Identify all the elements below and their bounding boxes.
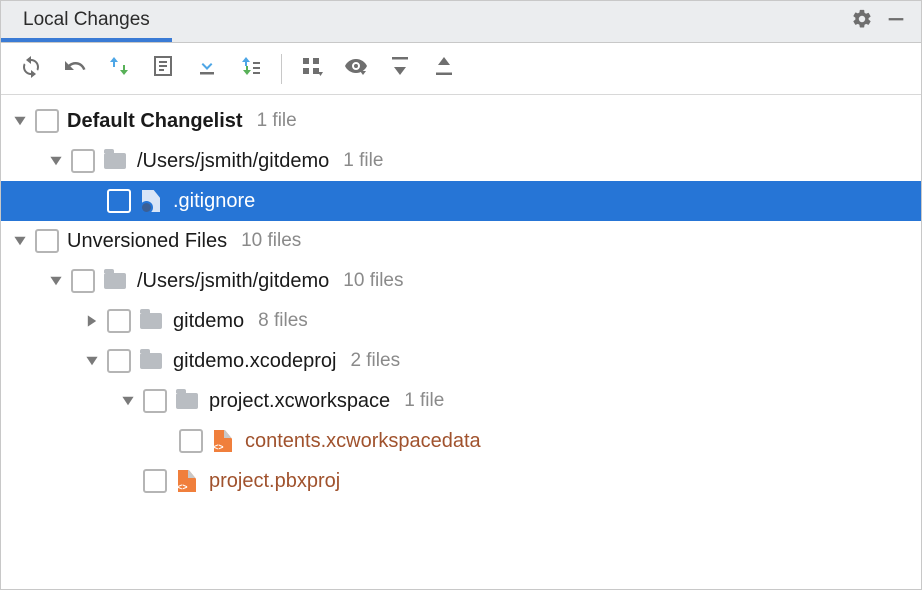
- folder-path-label: /Users/jsmith/gitdemo: [137, 269, 329, 293]
- checkbox[interactable]: [35, 109, 59, 133]
- chevron-down-icon[interactable]: [45, 274, 67, 288]
- folder-icon: [139, 309, 163, 333]
- shelve-icon: [239, 54, 263, 83]
- file-label: contents.xcworkspacedata: [245, 429, 481, 453]
- folder-row-xcodeproj[interactable]: gitdemo.xcodeproj 2 files: [1, 341, 921, 381]
- chevron-down-icon[interactable]: [9, 114, 31, 128]
- changelist-row-default[interactable]: Default Changelist 1 file: [1, 101, 921, 141]
- download-icon: [195, 54, 219, 83]
- hide-button[interactable]: [879, 1, 913, 42]
- collapse-all-icon: [432, 54, 456, 83]
- update-button[interactable]: [99, 49, 139, 89]
- folder-label: project.xcworkspace: [209, 389, 390, 413]
- folder-icon: [103, 149, 127, 173]
- commit-button[interactable]: [187, 49, 227, 89]
- folder-row[interactable]: /Users/jsmith/gitdemo 10 files: [1, 261, 921, 301]
- changelist-row-unversioned[interactable]: Unversioned Files 10 files: [1, 221, 921, 261]
- toolbar-separator: [281, 54, 282, 84]
- folder-row-gitdemo[interactable]: gitdemo 8 files: [1, 301, 921, 341]
- changelist-label: Unversioned Files: [67, 229, 227, 253]
- file-count: 8 files: [258, 310, 308, 333]
- tab-label: Local Changes: [23, 9, 150, 31]
- group-by-button[interactable]: [292, 49, 332, 89]
- file-label: .gitignore: [173, 189, 255, 213]
- expand-all-button[interactable]: [380, 49, 420, 89]
- changelist-label: Default Changelist: [67, 109, 243, 133]
- file-count: 2 files: [350, 350, 400, 373]
- rollback-button[interactable]: [55, 49, 95, 89]
- folder-label: gitdemo.xcodeproj: [173, 349, 336, 373]
- title-bar: Local Changes: [1, 1, 921, 43]
- file-icon: [139, 189, 163, 213]
- toolbar: [1, 43, 921, 95]
- file-row-gitignore[interactable]: .gitignore: [1, 181, 921, 221]
- file-count: 10 files: [343, 270, 403, 293]
- checkbox[interactable]: [35, 229, 59, 253]
- minimize-icon: [885, 8, 907, 35]
- checkbox[interactable]: [71, 149, 95, 173]
- file-count: 1 file: [404, 390, 444, 413]
- diff-button[interactable]: [143, 49, 183, 89]
- checkbox[interactable]: [107, 309, 131, 333]
- changelist-icon: [151, 54, 175, 83]
- file-count: 1 file: [343, 150, 383, 173]
- chevron-down-icon[interactable]: [117, 394, 139, 408]
- folder-row-xcworkspace[interactable]: project.xcworkspace 1 file: [1, 381, 921, 421]
- file-count: 1 file: [257, 110, 297, 133]
- file-row-xcworkspacedata[interactable]: <> contents.xcworkspacedata: [1, 421, 921, 461]
- folder-row[interactable]: /Users/jsmith/gitdemo 1 file: [1, 141, 921, 181]
- folder-path-label: /Users/jsmith/gitdemo: [137, 149, 329, 173]
- folder-icon: [103, 269, 127, 293]
- checkbox[interactable]: [143, 469, 167, 493]
- undo-icon: [63, 54, 87, 83]
- chevron-down-icon[interactable]: [81, 354, 103, 368]
- expand-all-icon: [388, 54, 412, 83]
- shelve-button[interactable]: [231, 49, 271, 89]
- group-icon: [300, 54, 324, 83]
- gear-icon: [851, 8, 873, 35]
- checkbox[interactable]: [71, 269, 95, 293]
- chevron-down-icon[interactable]: [45, 154, 67, 168]
- checkbox[interactable]: [143, 389, 167, 413]
- checkbox[interactable]: [107, 349, 131, 373]
- chevron-right-icon[interactable]: [81, 314, 103, 328]
- folder-label: gitdemo: [173, 309, 244, 333]
- checkbox[interactable]: [107, 189, 131, 213]
- file-icon: <>: [211, 429, 235, 453]
- refresh-button[interactable]: [11, 49, 51, 89]
- chevron-down-icon[interactable]: [9, 234, 31, 248]
- folder-icon: [139, 349, 163, 373]
- settings-button[interactable]: [845, 1, 879, 42]
- file-label: project.pbxproj: [209, 469, 340, 493]
- collapse-all-button[interactable]: [424, 49, 464, 89]
- tab-local-changes[interactable]: Local Changes: [1, 1, 172, 42]
- refresh-icon: [19, 54, 43, 83]
- checkbox[interactable]: [179, 429, 203, 453]
- file-icon: <>: [175, 469, 199, 493]
- file-count: 10 files: [241, 230, 301, 253]
- changes-tree: Default Changelist 1 file /Users/jsmith/…: [1, 95, 921, 507]
- folder-icon: [175, 389, 199, 413]
- eye-icon: [344, 54, 368, 83]
- update-icon: [107, 54, 131, 83]
- preview-button[interactable]: [336, 49, 376, 89]
- file-row-pbxproj[interactable]: <> project.pbxproj: [1, 461, 921, 501]
